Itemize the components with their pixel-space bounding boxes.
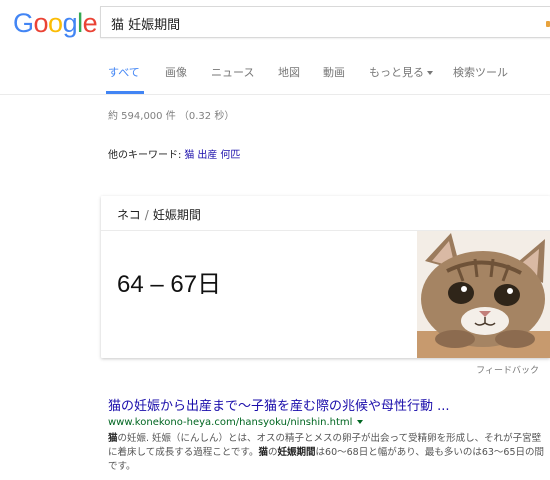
result-url-text: www.konekono-heya.com/hansyoku/ninshin.h… <box>108 417 353 428</box>
result-snippet: 猫の妊娠. 妊娠（にんしん）とは、オスの精子とメスの卵子が出会って受精卵を形成し… <box>108 432 548 474</box>
search-input[interactable] <box>111 14 531 32</box>
related-keywords-label: 他のキーワード: <box>108 150 182 161</box>
logo-letter: g <box>62 8 78 38</box>
result-url: www.konekono-heya.com/hansyoku/ninshin.h… <box>108 417 364 428</box>
cat-photo-icon <box>417 231 550 358</box>
keyword-link-birth[interactable]: 出産 <box>197 150 217 161</box>
logo-letter: e <box>82 8 98 38</box>
answer-card: ネコ / 妊娠期間 64 – 67日 <box>101 196 550 358</box>
url-dropdown-icon[interactable] <box>357 420 364 424</box>
tab-more-label: もっと見る <box>369 66 424 79</box>
tab-search-tools[interactable]: 検索ツール <box>453 64 508 80</box>
voice-search-icon[interactable] <box>546 21 550 27</box>
tab-images[interactable]: 画像 <box>165 64 187 80</box>
chevron-down-icon <box>427 71 433 75</box>
google-logo[interactable]: Google <box>13 8 98 38</box>
active-tab-indicator <box>106 91 144 94</box>
result-stats: 約 594,000 件 （0.32 秒） <box>108 111 235 122</box>
breadcrumb-separator: / <box>144 208 149 222</box>
snippet-text: の <box>268 447 278 458</box>
search-tabs: すべて 画像 ニュース 地図 動画 もっと見る 検索ツール <box>0 50 550 95</box>
cat-photo[interactable] <box>417 231 550 358</box>
logo-letter: G <box>13 8 34 38</box>
search-box[interactable] <box>100 6 550 38</box>
tab-news[interactable]: ニュース <box>211 64 254 80</box>
feedback-link[interactable]: フィードバック <box>476 363 539 376</box>
breadcrumb-parent[interactable]: ネコ <box>117 208 141 222</box>
answer-card-header: ネコ / 妊娠期間 <box>101 196 550 231</box>
header: Google <box>0 0 550 50</box>
tab-videos[interactable]: 動画 <box>323 64 345 80</box>
breadcrumb: ネコ / 妊娠期間 <box>117 206 201 223</box>
snippet-highlight: 猫 <box>258 447 268 458</box>
tab-all[interactable]: すべて <box>108 64 140 80</box>
logo-letter: o <box>33 8 49 38</box>
keyword-link-how-many[interactable]: 何匹 <box>220 150 240 161</box>
result-title-link[interactable]: 猫の妊娠から出産まで〜子猫を産む際の兆候や母性行動 ... <box>108 395 450 414</box>
tab-maps[interactable]: 地図 <box>278 64 300 80</box>
breadcrumb-current: 妊娠期間 <box>152 208 201 222</box>
keyword-link-cat[interactable]: 猫 <box>184 150 194 161</box>
tab-more[interactable]: もっと見る <box>369 64 433 80</box>
logo-letter: o <box>48 8 63 38</box>
answer-value: 64 – 67日 <box>117 271 222 298</box>
snippet-highlight: 猫 <box>108 433 118 444</box>
snippet-highlight: 妊娠期間 <box>277 447 316 458</box>
related-keywords: 他のキーワード: 猫出産 何匹 <box>108 146 240 161</box>
